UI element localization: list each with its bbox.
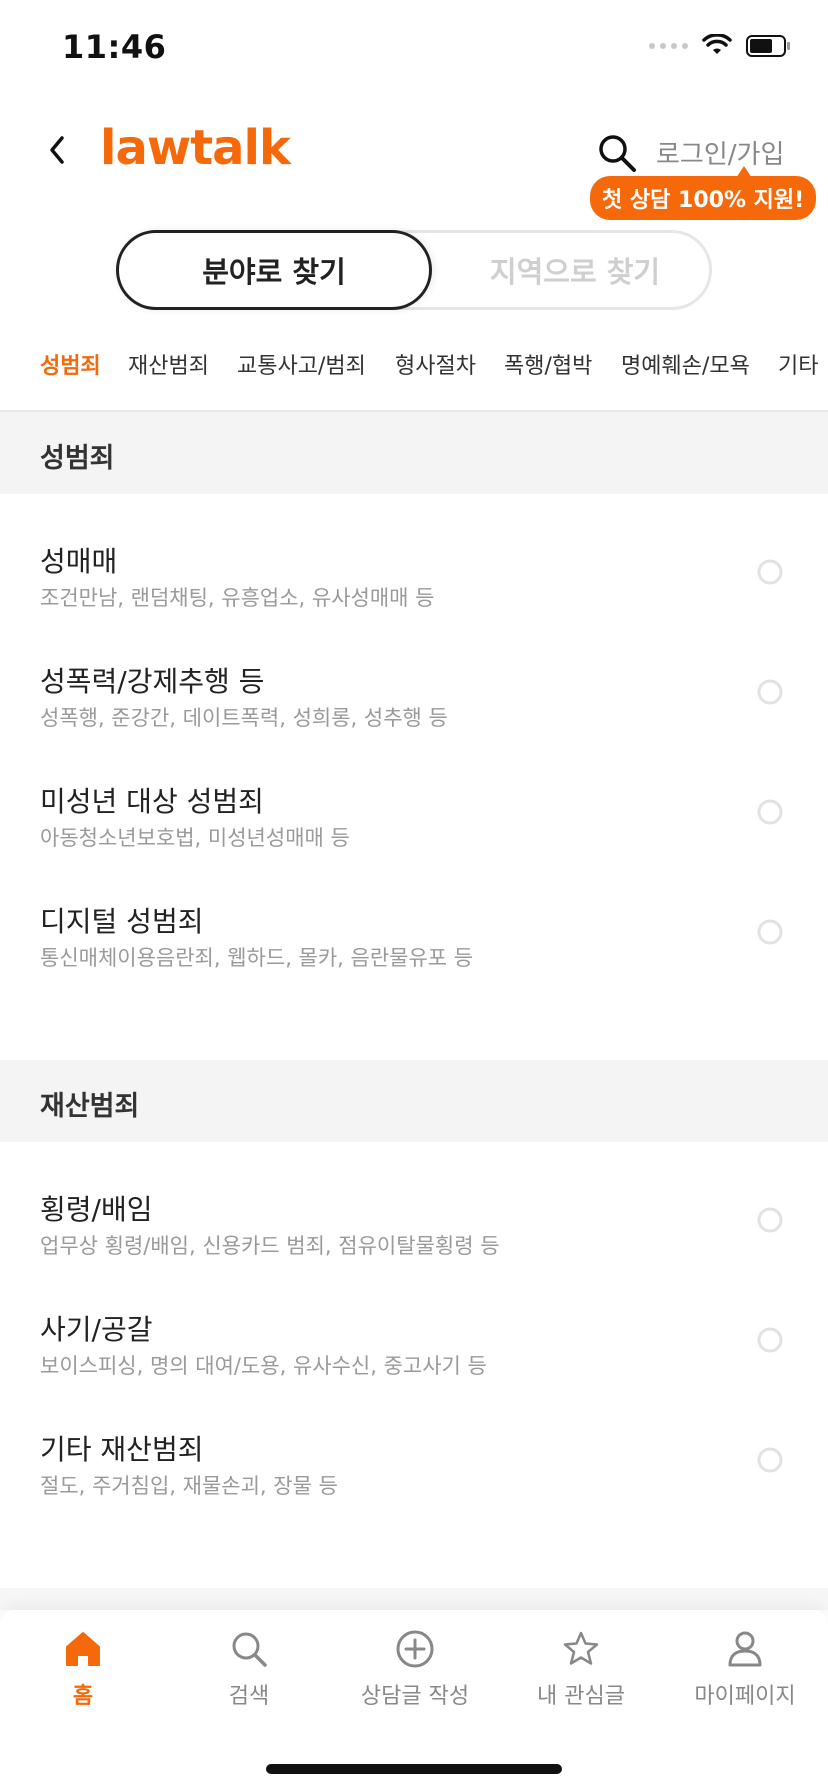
category-tab-defamation[interactable]: 명예훼손/모욕 (621, 348, 750, 380)
item-description: 아동청소년보호법, 미성년성매매 등 (40, 826, 350, 850)
category-tab-sexual-crime[interactable]: 성범죄 (40, 348, 101, 380)
list-item[interactable]: 횡령/배임 업무상 횡령/배임, 신용카드 범죄, 점유이탈물횡령 등 (0, 1188, 828, 1308)
section-header: 성범죄 (0, 412, 828, 494)
home-indicator (266, 1764, 562, 1774)
list-item[interactable]: 성폭력/강제추행 등 성폭행, 준강간, 데이트폭력, 성희롱, 성추행 등 (0, 660, 828, 780)
radio-icon[interactable] (756, 1446, 786, 1476)
nav-label: 검색 (228, 1684, 270, 1709)
search-mode-toggle: 지역으로 찾기 분야로 찾기 (116, 230, 712, 310)
search-icon[interactable] (596, 132, 638, 174)
item-title: 미성년 대상 성범죄 (40, 785, 264, 818)
category-tab-criminal-procedure[interactable]: 형사절차 (395, 348, 476, 380)
header: lawtalk 로그인/가입 첫 상담 100% 지원! (0, 110, 828, 220)
section-title: 성범죄 (40, 443, 115, 474)
nav-label: 상담글 작성 (360, 1684, 470, 1709)
list-item[interactable]: 사기/공갈 보이스피싱, 명의 대여/도용, 유사수신, 중고사기 등 (0, 1308, 828, 1428)
item-title: 성폭력/강제추행 등 (40, 665, 265, 698)
radio-icon[interactable] (756, 678, 786, 708)
item-title: 성매매 (40, 545, 118, 578)
signal-icon (649, 43, 688, 49)
item-title: 사기/공갈 (40, 1313, 153, 1346)
radio-icon[interactable] (756, 1206, 786, 1236)
nav-label: 마이페이지 (694, 1684, 796, 1709)
battery-icon (746, 35, 790, 57)
list-item[interactable]: 디지털 성범죄 통신매체이용음란죄, 웹하드, 몰카, 음란물유포 등 (0, 900, 828, 1020)
category-tabs: 성범죄 재산범죄 교통사고/범죄 형사절차 폭행/협박 명예훼손/모욕 기타 (0, 340, 828, 412)
wifi-icon (702, 34, 732, 54)
nav-home[interactable]: 홈 (0, 1628, 166, 1728)
list-item[interactable]: 기타 재산범죄 절도, 주거침입, 재물손괴, 장물 등 (0, 1428, 828, 1548)
item-description: 절도, 주거침입, 재물손괴, 장물 등 (40, 1474, 338, 1498)
item-description: 보이스피싱, 명의 대여/도용, 유사수신, 중고사기 등 (40, 1354, 487, 1378)
status-time: 11:46 (62, 28, 167, 66)
nav-mypage[interactable]: 마이페이지 (662, 1628, 828, 1728)
radio-icon[interactable] (756, 1326, 786, 1356)
status-icons (649, 34, 792, 58)
home-icon (66, 1632, 100, 1666)
item-title: 디지털 성범죄 (40, 905, 204, 938)
back-arrow-icon[interactable] (40, 132, 76, 168)
radio-icon[interactable] (756, 798, 786, 828)
radio-icon[interactable] (756, 558, 786, 588)
logo[interactable]: lawtalk (100, 120, 291, 176)
nav-write-post[interactable]: 상담글 작성 (332, 1628, 498, 1728)
nav-label: 홈 (72, 1684, 94, 1709)
item-description: 조건만남, 랜덤채팅, 유흥업소, 유사성매매 등 (40, 586, 435, 610)
item-title: 횡령/배임 (40, 1193, 153, 1226)
nav-label: 내 관심글 (537, 1684, 625, 1709)
divider (0, 1588, 828, 1610)
item-title: 기타 재산범죄 (40, 1433, 204, 1466)
star-icon (563, 1631, 599, 1665)
category-tab-property-crime[interactable]: 재산범죄 (128, 348, 209, 380)
item-description: 업무상 횡령/배임, 신용카드 범죄, 점유이탈물횡령 등 (40, 1234, 500, 1258)
nav-favorites[interactable]: 내 관심글 (498, 1628, 664, 1728)
login-signup-link[interactable]: 로그인/가입 (656, 134, 784, 171)
category-tab-assault[interactable]: 폭행/협박 (504, 348, 592, 380)
nav-search[interactable]: 검색 (166, 1628, 332, 1728)
promo-badge: 첫 상담 100% 지원! (590, 166, 817, 220)
search-icon (232, 1632, 267, 1667)
list-item[interactable]: 미성년 대상 성범죄 아동청소년보호법, 미성년성매매 등 (0, 780, 828, 900)
item-description: 성폭행, 준강간, 데이트폭력, 성희롱, 성추행 등 (40, 706, 448, 730)
item-description: 통신매체이용음란죄, 웹하드, 몰카, 음란물유포 등 (40, 946, 474, 970)
section-header: 재산범죄 (0, 1060, 828, 1142)
section-title: 재산범죄 (40, 1091, 140, 1122)
plus-circle-icon (396, 1630, 434, 1668)
list-item[interactable]: 성매매 조건만남, 랜덤채팅, 유흥업소, 유사성매매 등 (0, 540, 828, 660)
user-icon (728, 1631, 762, 1667)
tab-field-search[interactable]: 분야로 찾기 (116, 230, 432, 310)
status-bar: 11:46 (0, 0, 828, 100)
category-tab-other[interactable]: 기타 (778, 348, 818, 380)
radio-icon[interactable] (756, 918, 786, 948)
tab-region-search[interactable]: 지역으로 찾기 (435, 230, 715, 310)
category-tab-traffic[interactable]: 교통사고/범죄 (237, 348, 366, 380)
